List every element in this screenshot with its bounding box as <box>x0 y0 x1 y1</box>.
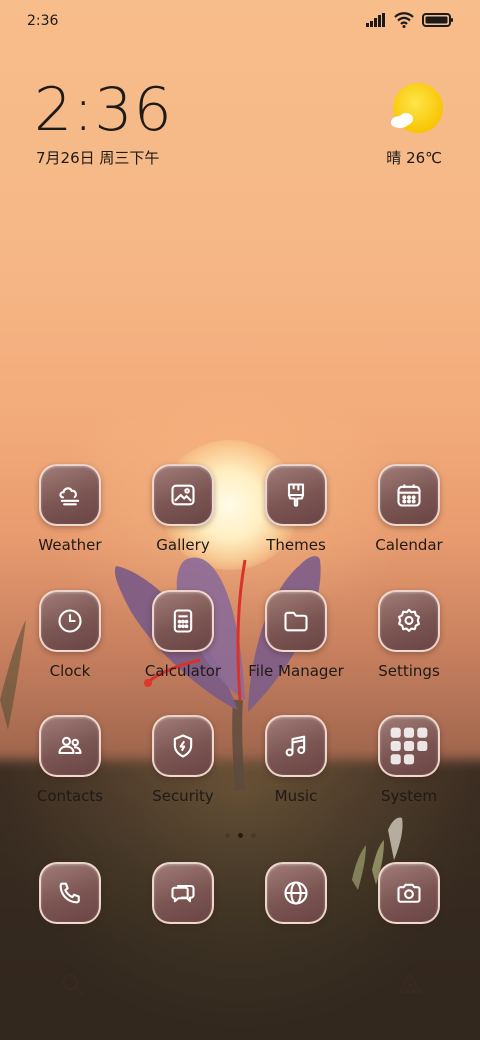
app-label: Clock <box>49 662 91 680</box>
clock-icon[interactable] <box>39 590 101 652</box>
app-label: Contacts <box>36 787 104 805</box>
app-clock[interactable]: Clock <box>15 590 125 680</box>
clock-widget-time[interactable]: 2:36 <box>34 80 173 140</box>
status-time: 2:36 <box>27 13 59 29</box>
app-security[interactable]: Security <box>128 715 238 805</box>
status-icons <box>366 12 454 28</box>
shield-icon[interactable] <box>152 715 214 777</box>
app-label: Themes <box>266 536 326 554</box>
app-settings[interactable]: Settings <box>354 590 464 680</box>
battery-icon <box>422 13 453 27</box>
messages-icon[interactable] <box>152 862 214 924</box>
app-system-folder[interactable]: System <box>354 715 464 805</box>
app-label: Calculator <box>144 662 222 680</box>
dock-browser[interactable] <box>241 862 351 924</box>
weather-widget-text: 晴 26℃ <box>386 149 442 167</box>
camera-icon[interactable] <box>378 862 440 924</box>
app-contacts[interactable]: Contacts <box>15 715 125 805</box>
folder-grid-icon[interactable] <box>378 715 440 777</box>
app-music[interactable]: Music <box>241 715 351 805</box>
wifi-icon <box>394 12 414 28</box>
gallery-icon[interactable] <box>152 464 214 526</box>
app-label: Gallery <box>156 536 210 554</box>
sunny-cloud-icon[interactable] <box>388 82 444 138</box>
page-dot-active[interactable] <box>237 833 243 838</box>
signal-icon <box>366 13 385 27</box>
app-label: System <box>381 787 437 805</box>
clock-widget-date: 7月26日 周三下午 <box>36 149 160 167</box>
page-indicator[interactable] <box>0 833 480 838</box>
app-weather[interactable]: Weather <box>15 464 125 554</box>
app-label: Security <box>152 787 214 805</box>
app-label: Weather <box>38 536 102 554</box>
page-dot[interactable] <box>250 833 256 838</box>
assistant-icon[interactable] <box>396 970 424 998</box>
dock-camera[interactable] <box>354 862 464 924</box>
gear-icon[interactable] <box>378 590 440 652</box>
browser-icon[interactable] <box>265 862 327 924</box>
app-label: Calendar <box>375 536 443 554</box>
themes-icon[interactable] <box>265 464 327 526</box>
search-icon[interactable] <box>58 970 86 998</box>
calculator-icon[interactable] <box>152 590 214 652</box>
app-calculator[interactable]: Calculator <box>128 590 238 680</box>
folder-icon[interactable] <box>265 590 327 652</box>
status-bar: 2:36 <box>0 0 480 42</box>
calendar-icon[interactable] <box>378 464 440 526</box>
app-calendar[interactable]: Calendar <box>354 464 464 554</box>
app-gallery[interactable]: Gallery <box>128 464 238 554</box>
weather-icon[interactable] <box>39 464 101 526</box>
app-label: Settings <box>378 662 440 680</box>
dock-messages[interactable] <box>128 862 238 924</box>
contacts-icon[interactable] <box>39 715 101 777</box>
page-dot[interactable] <box>224 833 230 838</box>
app-themes[interactable]: Themes <box>241 464 351 554</box>
music-icon[interactable] <box>265 715 327 777</box>
app-label: Music <box>274 787 318 805</box>
phone-icon[interactable] <box>39 862 101 924</box>
dock-phone[interactable] <box>15 862 125 924</box>
app-label: File Manager <box>248 662 344 680</box>
app-file-manager[interactable]: File Manager <box>241 590 351 680</box>
